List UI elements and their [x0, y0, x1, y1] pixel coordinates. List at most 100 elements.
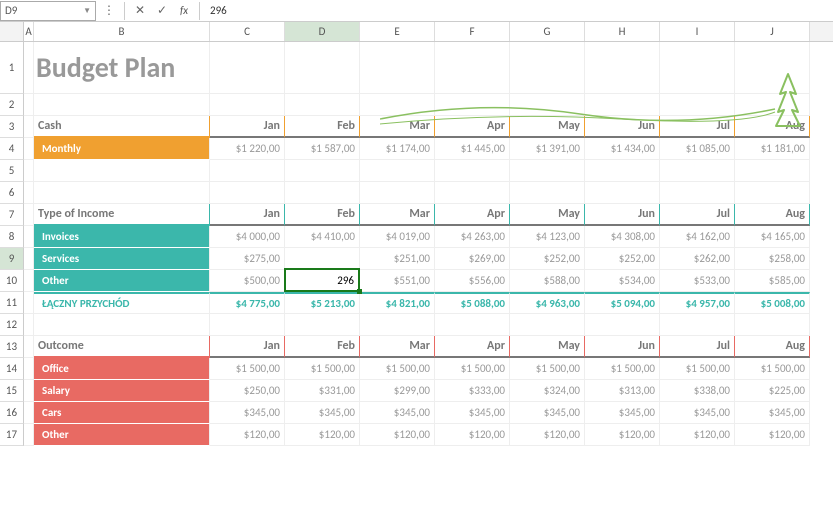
cell-value[interactable]: $585,00 [735, 270, 810, 292]
row-label-cars[interactable]: Cars [34, 402, 210, 424]
cell-value[interactable]: $120,00 [210, 424, 285, 446]
cell-value[interactable]: $4 162,00 [660, 226, 735, 248]
cell-value[interactable]: $225,00 [735, 380, 810, 402]
cell[interactable] [360, 314, 435, 336]
formula-input[interactable]: 296 [204, 4, 833, 17]
cell-value[interactable]: $345,00 [660, 402, 735, 424]
cell[interactable] [24, 94, 34, 116]
total-value[interactable]: $4 963,00 [510, 292, 585, 314]
cell[interactable] [210, 314, 285, 336]
row-label-other[interactable]: Other [34, 270, 210, 292]
cell[interactable] [34, 160, 210, 182]
cell-value[interactable]: $333,00 [435, 380, 510, 402]
total-value[interactable]: $4 957,00 [660, 292, 735, 314]
name-box[interactable]: D9 ▼ [0, 1, 96, 21]
cell-value[interactable]: $345,00 [210, 402, 285, 424]
cell-value[interactable]: $1 391,00 [510, 138, 585, 160]
col-header-g[interactable]: G [510, 22, 585, 41]
cell-value[interactable]: $120,00 [435, 424, 510, 446]
cell[interactable] [360, 160, 435, 182]
cell-value[interactable]: $345,00 [510, 402, 585, 424]
cell[interactable] [660, 160, 735, 182]
col-header-b[interactable]: B [34, 22, 210, 41]
cell-value[interactable]: $1 500,00 [210, 358, 285, 380]
row-header[interactable]: 3 [0, 116, 24, 138]
cell-value[interactable]: $299,00 [360, 380, 435, 402]
cell-value[interactable]: $4 263,00 [435, 226, 510, 248]
cell[interactable] [24, 424, 34, 446]
cell[interactable] [510, 314, 585, 336]
cell-value[interactable]: $4 165,00 [735, 226, 810, 248]
cell[interactable] [735, 42, 810, 94]
cell[interactable] [24, 314, 34, 336]
cell-value[interactable]: $120,00 [360, 424, 435, 446]
row-header[interactable]: 13 [0, 336, 24, 358]
cell-value[interactable]: $1 500,00 [735, 358, 810, 380]
cell-value[interactable]: $1 500,00 [360, 358, 435, 380]
cell[interactable] [24, 182, 34, 204]
month-header[interactable]: Jun [585, 116, 660, 138]
cell-value[interactable]: $324,00 [510, 380, 585, 402]
cell-value[interactable]: $120,00 [660, 424, 735, 446]
cell-value[interactable]: $252,00 [510, 248, 585, 270]
month-header[interactable]: Jun [585, 336, 660, 358]
cell[interactable] [24, 336, 34, 358]
cell-value[interactable]: $258,00 [735, 248, 810, 270]
cell-value[interactable]: $500,00 [210, 270, 285, 292]
cell-value[interactable]: $4 123,00 [510, 226, 585, 248]
cell[interactable] [24, 42, 34, 94]
col-header-d[interactable]: D [285, 22, 360, 41]
month-header[interactable]: Aug [735, 336, 810, 358]
cell-value[interactable]: $1 500,00 [510, 358, 585, 380]
cell[interactable] [285, 160, 360, 182]
month-header[interactable]: Jun [585, 204, 660, 226]
cell-value[interactable]: $338,00 [660, 380, 735, 402]
cell[interactable] [735, 160, 810, 182]
total-value[interactable]: $4 775,00 [210, 292, 285, 314]
row-label-services[interactable]: Services [34, 248, 210, 270]
cell-value[interactable]: $120,00 [510, 424, 585, 446]
row-label-monthly[interactable]: Monthly [34, 138, 210, 160]
cell[interactable] [34, 314, 210, 336]
row-header[interactable]: 17 [0, 424, 24, 446]
active-cell-editor[interactable]: 296 [286, 270, 358, 290]
cell-value[interactable]: $1 500,00 [585, 358, 660, 380]
cell-value[interactable]: $4 308,00 [585, 226, 660, 248]
cell-value[interactable]: $1 085,00 [660, 138, 735, 160]
cell-value[interactable]: $331,00 [285, 380, 360, 402]
row-label-other[interactable]: Other [34, 424, 210, 446]
cell[interactable] [585, 314, 660, 336]
month-header[interactable]: Feb [285, 336, 360, 358]
cell[interactable] [735, 314, 810, 336]
row-header[interactable]: 7 [0, 204, 24, 226]
row-header[interactable]: 2 [0, 94, 24, 116]
cell[interactable] [24, 380, 34, 402]
month-header[interactable]: Mar [360, 336, 435, 358]
cell-value[interactable]: $120,00 [585, 424, 660, 446]
cell-value[interactable]: $345,00 [285, 402, 360, 424]
cell[interactable] [24, 270, 34, 292]
cell-value[interactable]: $345,00 [360, 402, 435, 424]
cell[interactable] [660, 182, 735, 204]
cell[interactable] [285, 314, 360, 336]
cell-value[interactable]: $345,00 [435, 402, 510, 424]
cell[interactable] [435, 42, 510, 94]
cell-value[interactable]: $533,00 [660, 270, 735, 292]
cell-value[interactable]: $4 000,00 [210, 226, 285, 248]
cell-value[interactable]: $1 174,00 [360, 138, 435, 160]
month-header[interactable]: Aug [735, 204, 810, 226]
col-header-h[interactable]: H [585, 22, 660, 41]
cell[interactable] [285, 94, 360, 116]
cell[interactable] [24, 116, 34, 138]
col-header-i[interactable]: I [660, 22, 735, 41]
cell-value[interactable]: $1 181,00 [735, 138, 810, 160]
cell-value[interactable]: $1 587,00 [285, 138, 360, 160]
cell[interactable] [510, 42, 585, 94]
cell[interactable] [435, 314, 510, 336]
cell[interactable] [585, 160, 660, 182]
row-header[interactable]: 14 [0, 358, 24, 380]
section-header-cash[interactable]: Cash [34, 116, 210, 138]
cell[interactable] [510, 94, 585, 116]
cell[interactable] [585, 42, 660, 94]
col-header-c[interactable]: C [210, 22, 285, 41]
